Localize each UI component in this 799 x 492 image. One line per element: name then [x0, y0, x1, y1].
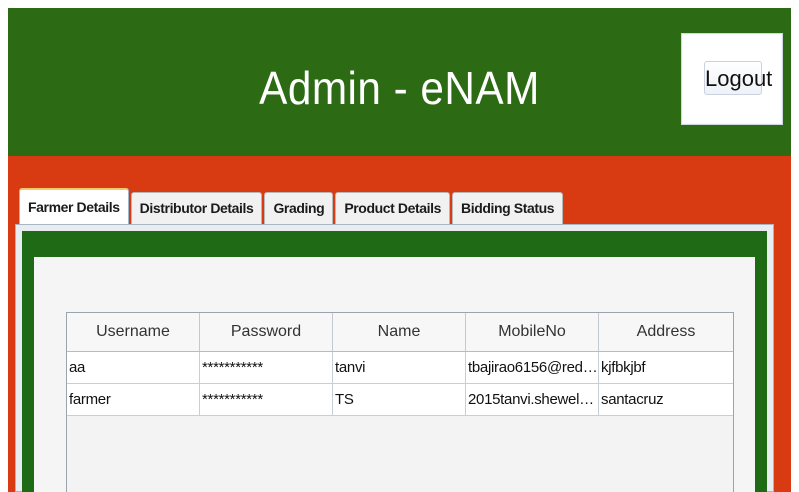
page-title: Admin - eNAM — [259, 62, 540, 114]
admin-window: Admin - eNAM Logout Farmer Details Distr… — [8, 8, 791, 492]
cell-username[interactable]: aa — [67, 352, 200, 383]
table-row[interactable]: aa *********** tanvi tbajirao6156@rediff… — [67, 352, 733, 384]
farmer-table: Username Password Name MobileNo Address … — [66, 312, 734, 492]
column-header-name[interactable]: Name — [333, 313, 466, 351]
column-header-address[interactable]: Address — [599, 313, 733, 351]
panel-border: Username Password Name MobileNo Address … — [22, 231, 767, 492]
cell-password[interactable]: *********** — [200, 384, 333, 415]
header-bar: Admin - eNAM Logout — [8, 8, 791, 156]
panel-content: Username Password Name MobileNo Address … — [34, 257, 755, 492]
cell-address[interactable]: kjfbkjbf — [599, 352, 733, 383]
table-row[interactable]: farmer *********** TS 2015tanvi.shewele@… — [67, 384, 733, 416]
tab-grading[interactable]: Grading — [264, 192, 334, 224]
table-header: Username Password Name MobileNo Address — [67, 313, 733, 352]
tab-distributor-details[interactable]: Distributor Details — [130, 192, 263, 224]
cell-name[interactable]: tanvi — [333, 352, 466, 383]
cell-mobileno[interactable]: 2015tanvi.shewele@v... — [466, 384, 599, 415]
tab-farmer-details[interactable]: Farmer Details — [19, 188, 129, 224]
cell-password[interactable]: *********** — [200, 352, 333, 383]
farmer-details-panel: Username Password Name MobileNo Address … — [15, 224, 774, 492]
cell-name[interactable]: TS — [333, 384, 466, 415]
column-header-password[interactable]: Password — [200, 313, 333, 351]
logout-panel: Logout — [681, 33, 783, 125]
column-header-username[interactable]: Username — [67, 313, 200, 351]
tab-bidding-status[interactable]: Bidding Status — [452, 192, 564, 224]
column-header-mobileno[interactable]: MobileNo — [466, 313, 599, 351]
cell-username[interactable]: farmer — [67, 384, 200, 415]
tab-product-details[interactable]: Product Details — [335, 192, 451, 224]
cell-address[interactable]: santacruz — [599, 384, 733, 415]
tab-bar: Farmer Details Distributor Details Gradi… — [19, 188, 565, 224]
logout-button[interactable]: Logout — [704, 61, 772, 95]
cell-mobileno[interactable]: tbajirao6156@rediffm... — [466, 352, 599, 383]
